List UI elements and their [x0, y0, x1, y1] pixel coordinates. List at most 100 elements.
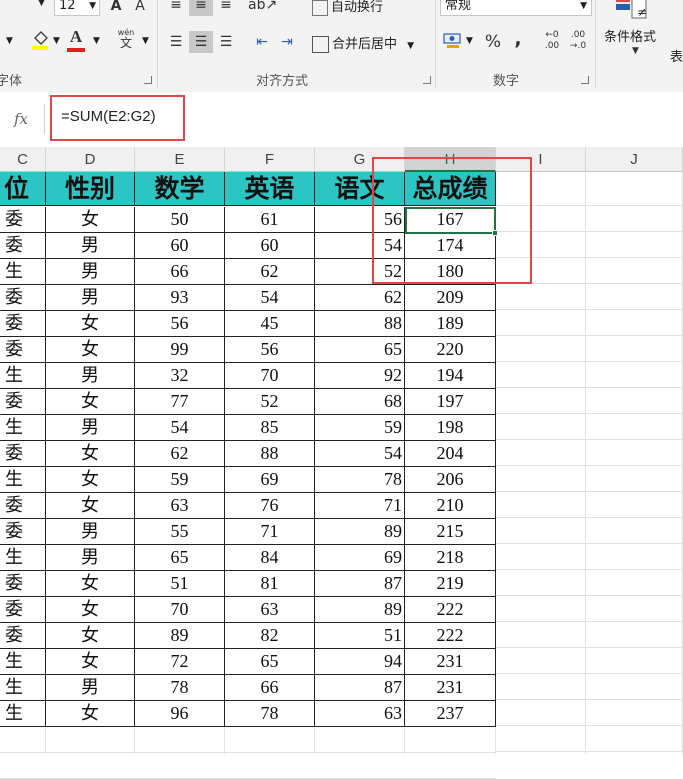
cell-c-16[interactable]: 委: [0, 571, 46, 597]
cell-f-17[interactable]: 63: [225, 597, 315, 623]
cell-h-11[interactable]: 204: [405, 441, 496, 467]
cell-e-12[interactable]: 59: [135, 467, 225, 493]
cell-e-8[interactable]: 32: [135, 363, 225, 389]
cell-e-7[interactable]: 99: [135, 337, 225, 363]
header-cell-c[interactable]: 位: [0, 172, 46, 206]
cell-f-20[interactable]: 66: [225, 675, 315, 701]
cell-c-8[interactable]: 生: [0, 363, 46, 389]
cell-g-21[interactable]: 63: [315, 701, 405, 727]
cell-f-2[interactable]: 61: [225, 207, 315, 233]
column-header-d[interactable]: D: [46, 147, 135, 172]
header-cell-d[interactable]: 性别: [46, 172, 135, 206]
cell-c-18[interactable]: 委: [0, 623, 46, 649]
cell-f-19[interactable]: 65: [225, 649, 315, 675]
number-dialog-launcher[interactable]: [581, 76, 589, 84]
cell-g-12[interactable]: 78: [315, 467, 405, 493]
cell-f-4[interactable]: 62: [225, 259, 315, 285]
merge-center-button[interactable]: 合并后居中 ▼: [312, 33, 414, 53]
cell-g-17[interactable]: 89: [315, 597, 405, 623]
accounting-format-button[interactable]: [441, 29, 465, 51]
orientation-button[interactable]: ab↗: [248, 0, 277, 16]
conditional-format-button[interactable]: ≠ 条件格式 ▼: [604, 0, 666, 58]
cell-f-21[interactable]: 78: [225, 701, 315, 727]
cell-c-9[interactable]: 委: [0, 389, 46, 415]
cell-e-6[interactable]: 56: [135, 311, 225, 337]
cell-d-11[interactable]: 女: [46, 441, 135, 467]
decrease-decimal-button[interactable]: .00 →.0: [566, 30, 590, 52]
cell-d-4[interactable]: 男: [46, 259, 135, 285]
cell-e-2[interactable]: 50: [135, 207, 225, 233]
cell-d-5[interactable]: 男: [46, 285, 135, 311]
cell-d-21[interactable]: 女: [46, 701, 135, 727]
increase-font-button[interactable]: A: [104, 0, 128, 17]
cell-d-9[interactable]: 女: [46, 389, 135, 415]
cell-e-19[interactable]: 72: [135, 649, 225, 675]
cell-g-10[interactable]: 59: [315, 415, 405, 441]
cell-h-9[interactable]: 197: [405, 389, 496, 415]
cell-c-5[interactable]: 委: [0, 285, 46, 311]
cell-d-18[interactable]: 女: [46, 623, 135, 649]
decrease-indent-button[interactable]: ⇤: [250, 31, 274, 53]
cell-d-19[interactable]: 女: [46, 649, 135, 675]
cell-g-7[interactable]: 65: [315, 337, 405, 363]
cell-h-17[interactable]: 222: [405, 597, 496, 623]
column-header-j[interactable]: J: [586, 147, 683, 172]
cell-f-16[interactable]: 81: [225, 571, 315, 597]
cell-e-21[interactable]: 96: [135, 701, 225, 727]
cell-e-20[interactable]: 78: [135, 675, 225, 701]
cell-e-18[interactable]: 89: [135, 623, 225, 649]
align-right-button[interactable]: ☰: [214, 31, 238, 53]
cell-g-14[interactable]: 89: [315, 519, 405, 545]
cell-c-11[interactable]: 委: [0, 441, 46, 467]
cell-c-3[interactable]: 委: [0, 233, 46, 259]
phonetic-button[interactable]: wén 文: [114, 28, 138, 50]
cell-h-8[interactable]: 194: [405, 363, 496, 389]
increase-decimal-button[interactable]: ←0 .00: [540, 30, 564, 52]
cell-c-12[interactable]: 生: [0, 467, 46, 493]
cell-h-13[interactable]: 210: [405, 493, 496, 519]
cell-c-2[interactable]: 委: [0, 207, 46, 233]
cell-h-7[interactable]: 220: [405, 337, 496, 363]
cell-e-16[interactable]: 51: [135, 571, 225, 597]
cell-f-8[interactable]: 70: [225, 363, 315, 389]
cell-e-4[interactable]: 66: [135, 259, 225, 285]
cell-g-15[interactable]: 69: [315, 545, 405, 571]
cell-c-7[interactable]: 委: [0, 337, 46, 363]
cell-c-20[interactable]: 生: [0, 675, 46, 701]
cell-f-10[interactable]: 85: [225, 415, 315, 441]
font-color-button[interactable]: A: [64, 28, 88, 52]
cell-f-11[interactable]: 88: [225, 441, 315, 467]
cell-f-18[interactable]: 82: [225, 623, 315, 649]
cell-g-9[interactable]: 68: [315, 389, 405, 415]
cell-c-10[interactable]: 生: [0, 415, 46, 441]
align-top-button[interactable]: ≡: [164, 0, 188, 16]
cell-e-10[interactable]: 54: [135, 415, 225, 441]
cell-g-8[interactable]: 92: [315, 363, 405, 389]
cell-c-6[interactable]: 委: [0, 311, 46, 337]
cell-d-6[interactable]: 女: [46, 311, 135, 337]
cell-d-8[interactable]: 男: [46, 363, 135, 389]
comma-style-button[interactable]: ,: [506, 28, 530, 50]
align-center-button[interactable]: ☰: [189, 31, 213, 53]
decrease-font-button[interactable]: A: [128, 0, 152, 17]
cell-h-15[interactable]: 218: [405, 545, 496, 571]
cell-f-6[interactable]: 45: [225, 311, 315, 337]
cell-e-15[interactable]: 65: [135, 545, 225, 571]
cell-f-14[interactable]: 71: [225, 519, 315, 545]
cell-h-6[interactable]: 189: [405, 311, 496, 337]
cell-c-21[interactable]: 生: [0, 701, 46, 727]
cell-c-14[interactable]: 委: [0, 519, 46, 545]
cell-c-4[interactable]: 生: [0, 259, 46, 285]
cell-g-6[interactable]: 88: [315, 311, 405, 337]
cell-d-17[interactable]: 女: [46, 597, 135, 623]
cell-h-10[interactable]: 198: [405, 415, 496, 441]
cell-h-21[interactable]: 237: [405, 701, 496, 727]
increase-indent-button[interactable]: ⇥: [275, 31, 299, 53]
phonetic-dropdown-icon[interactable]: ▼: [142, 36, 149, 46]
cell-d-12[interactable]: 女: [46, 467, 135, 493]
cell-d-10[interactable]: 男: [46, 415, 135, 441]
font-size-combo[interactable]: 12 ▼: [54, 0, 100, 16]
cell-g-5[interactable]: 62: [315, 285, 405, 311]
cell-f-13[interactable]: 76: [225, 493, 315, 519]
cell-d-7[interactable]: 女: [46, 337, 135, 363]
